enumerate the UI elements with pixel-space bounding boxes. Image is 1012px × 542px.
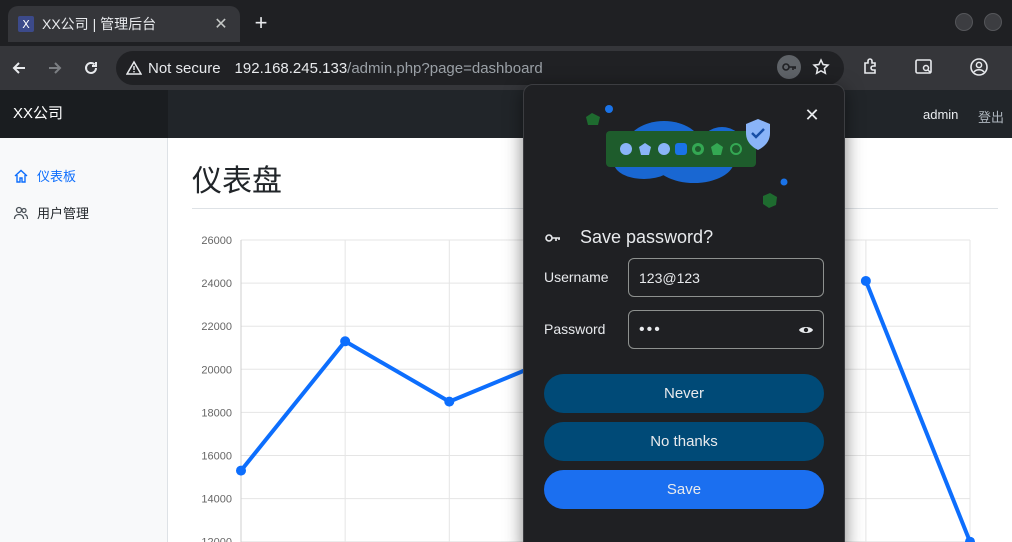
favicon: X [18,16,34,32]
web-page: XX公司 admin 登出 仪表板 用户管理 仪表盘 26000 24000 220… [0,90,1012,542]
page-title: 仪表盘 [192,165,282,198]
warning-icon [126,60,142,75]
bookmark-star-icon[interactable] [809,55,833,79]
password-illustration-icon [586,105,788,208]
show-password-eye-icon[interactable] [798,322,814,338]
logout-link[interactable]: 登出 [978,107,1004,126]
sidebar-item-label: 仪表板 [37,169,77,184]
url-path: /admin.php?page=dashboard [347,59,543,77]
username-field[interactable]: 123@123 [628,258,824,297]
dialog-title: Save password? [580,227,714,247]
home-icon [14,169,28,183]
username-value: 123@123 [639,269,700,286]
y-tick-label: 24000 [201,278,232,290]
reload-icon[interactable] [81,58,101,78]
y-tick-label: 12000 [201,537,232,542]
y-tick-label: 22000 [201,321,232,333]
password-key-icon[interactable] [777,55,801,79]
y-tick-label: 20000 [201,364,232,376]
dialog-heading: Save password? [544,227,713,248]
data-point [860,275,871,286]
tab-search-icon[interactable] [914,57,934,77]
y-tick-label: 18000 [201,407,232,419]
y-tick-label: 14000 [201,494,232,506]
sidebar-item-label: 用户管理 [37,206,90,221]
security-label: Not secure [148,59,221,77]
y-tick-label: 26000 [201,235,232,247]
brand-logo[interactable]: XX公司 [0,90,168,138]
forward-icon[interactable] [45,58,65,78]
data-point [236,465,246,476]
password-field[interactable]: ••• [628,310,824,349]
sidebar-item-dashboard[interactable]: 仪表板 [13,166,76,185]
address-bar[interactable]: Not secure 192.168.245.133/admin.php?pag… [116,51,844,85]
back-icon[interactable] [9,58,29,78]
new-tab-button[interactable]: + [250,12,272,34]
series-line [239,339,555,472]
save-button[interactable]: Save [544,470,824,509]
key-icon [545,233,560,242]
password-value: ••• [639,320,662,338]
window-minimize-button[interactable] [955,13,973,31]
close-icon[interactable]: ✕ [802,105,822,125]
data-point [340,336,351,347]
browser-tab[interactable]: X XX公司 | 管理后台 ✕ [8,6,240,42]
close-tab-icon[interactable]: ✕ [212,14,230,34]
current-user: admin [923,107,959,122]
never-button[interactable]: Never [544,374,824,413]
top-navbar: XX公司 admin 登出 [0,90,1012,138]
data-point [444,396,455,407]
sidebar: 仪表板 用户管理 [0,138,168,542]
browser-tabstrip: X XX公司 | 管理后台 ✕ + [0,0,1012,46]
tab-title: XX公司 | 管理后台 [42,16,157,32]
extensions-icon[interactable] [861,57,881,77]
window-close-button[interactable] [984,13,1002,31]
sidebar-item-users[interactable]: 用户管理 [13,203,89,222]
profile-icon[interactable] [969,57,989,77]
save-password-dialog: ✕ Save password? Username 123@123 Passwo… [523,84,845,542]
password-label: Password [544,321,606,337]
no-thanks-button[interactable]: No thanks [544,422,824,461]
username-label: Username [544,269,609,285]
security-indicator[interactable]: Not secure [126,60,221,77]
series-line [863,280,972,542]
url-host: 192.168.245.133 [234,59,348,77]
users-icon [13,206,29,219]
y-tick-label: 16000 [201,451,232,463]
